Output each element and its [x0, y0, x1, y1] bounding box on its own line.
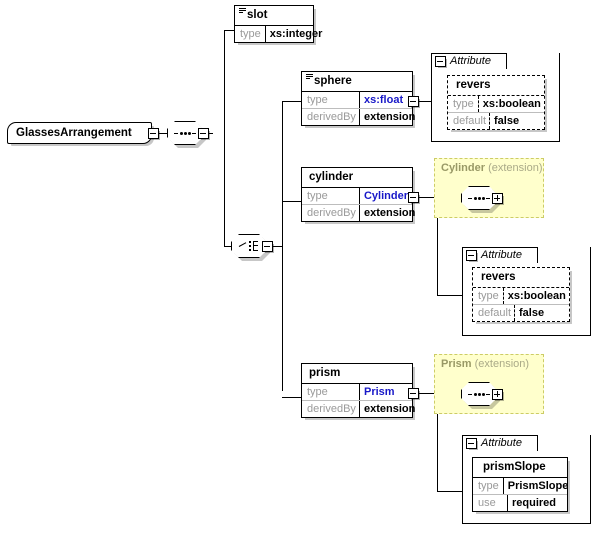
- attribute-group-sphere-header: Attribute: [450, 55, 491, 67]
- extension-type-name: Prism: [441, 358, 472, 370]
- connector-trunk-choice: [282, 101, 283, 391]
- prop-key: type: [302, 384, 360, 400]
- prop-key: derivedBy: [302, 205, 360, 221]
- sequence-icon: [468, 197, 490, 200]
- prop-value: extension: [360, 109, 419, 125]
- element-cylinder-name-cell: cylinder: [302, 168, 412, 187]
- attribute-name-cell: prismSlope: [473, 458, 567, 477]
- prop-key: type: [448, 96, 479, 112]
- prop-key: derivedBy: [302, 109, 360, 125]
- attribute-prop-type: type xs:boolean: [448, 96, 544, 112]
- element-sphere-label: sphere: [314, 75, 352, 87]
- compositor-prism-sequence-toggle[interactable]: [492, 389, 503, 400]
- attribute-sphere-revers[interactable]: revers type xs:boolean default false: [447, 75, 545, 130]
- connector-to-prism: [282, 397, 301, 398]
- element-sphere-prop-type: type xs:float: [302, 92, 412, 108]
- compositor-inner-choice-toggle[interactable]: [262, 241, 273, 252]
- extension-type-name: Cylinder: [441, 162, 485, 174]
- root-element-glassesarrangement[interactable]: GlassesArrangement: [7, 122, 152, 144]
- element-prism-label: prism: [309, 367, 340, 379]
- attribute-prop-default: default false: [473, 304, 569, 321]
- prop-value: xs:integer: [266, 26, 327, 42]
- prop-value: extension: [360, 401, 419, 417]
- prop-value: xs:boolean: [504, 288, 570, 304]
- extension-type-suffix: (extension): [488, 162, 542, 174]
- compositor-root-sequence-toggle[interactable]: [198, 128, 209, 139]
- attribute-group-prism-toggle[interactable]: [466, 438, 477, 449]
- element-slot[interactable]: slot type xs:integer: [234, 5, 314, 43]
- attribute-name-cell: revers: [448, 76, 544, 95]
- attribute-group-sphere-toggle[interactable]: [435, 56, 446, 67]
- extension-group-cylinder-title: Cylinder (extension): [435, 159, 543, 174]
- attribute-label: revers: [456, 79, 491, 91]
- element-slot-prop-type: type xs:integer: [235, 26, 313, 42]
- sequence-icon: [174, 132, 196, 135]
- choice-icon: [238, 239, 260, 253]
- prop-key: type: [302, 92, 360, 108]
- schema-diagram-canvas: GlassesArrangement: [0, 0, 611, 540]
- element-cylinder-prop-derivedby: derivedBy extension: [302, 204, 412, 221]
- element-prism[interactable]: prism type Prism derivedBy extension: [301, 363, 413, 418]
- element-cylinder-label: cylinder: [309, 171, 353, 183]
- connector-to-sphere: [282, 101, 301, 102]
- root-element-label: GlassesArrangement: [16, 127, 132, 139]
- prop-key: default: [473, 305, 515, 321]
- attribute-group-prism-header: Attribute: [481, 437, 522, 449]
- sequence-icon: [468, 393, 490, 396]
- element-prism-prop-type: type Prism: [302, 384, 412, 400]
- extension-group-prism-title: Prism (extension): [435, 355, 543, 370]
- connector-to-choice: [224, 246, 231, 247]
- element-content-icon: [239, 8, 246, 13]
- element-content-icon: [306, 74, 313, 79]
- attribute-prop-use: use required: [473, 494, 567, 511]
- attribute-prop-type: type xs:boolean: [473, 288, 569, 304]
- root-element-toggle[interactable]: [148, 128, 159, 139]
- prop-value: false: [515, 305, 569, 321]
- connector-to-cylinder: [282, 201, 301, 202]
- prop-key: type: [235, 26, 266, 42]
- compositor-cylinder-sequence-toggle[interactable]: [492, 193, 503, 204]
- element-sphere[interactable]: sphere type xs:float derivedBy extension: [301, 71, 413, 126]
- attribute-group-cylinder-header: Attribute: [481, 249, 522, 261]
- prop-value: Cylinder: [360, 188, 412, 204]
- element-sphere-prop-derivedby: derivedBy extension: [302, 108, 412, 125]
- prop-key: type: [473, 288, 504, 304]
- element-sphere-name-cell: sphere: [302, 72, 412, 91]
- attribute-cylinder-revers[interactable]: revers type xs:boolean default false: [472, 267, 570, 322]
- prop-value: false: [490, 113, 544, 129]
- element-prism-toggle[interactable]: [408, 388, 419, 399]
- prop-value: required: [508, 495, 567, 511]
- connector-to-slot: [224, 30, 234, 31]
- prop-value: extension: [360, 205, 419, 221]
- element-prism-prop-derivedby: derivedBy extension: [302, 400, 412, 417]
- attribute-group-cylinder-toggle[interactable]: [466, 250, 477, 261]
- prop-key: type: [473, 478, 504, 494]
- element-slot-name-cell: slot: [235, 6, 313, 25]
- prop-key: use: [473, 495, 508, 511]
- element-prism-name-cell: prism: [302, 364, 412, 383]
- attribute-prism-prismslope[interactable]: prismSlope type PrismSlope use required: [472, 457, 568, 512]
- attribute-prop-type: type PrismSlope: [473, 478, 567, 494]
- connector-cylinder-to-attrs: [437, 295, 462, 296]
- prop-key: type: [302, 188, 360, 204]
- prop-key: default: [448, 113, 490, 129]
- attribute-prop-default: default false: [448, 112, 544, 129]
- attribute-label: prismSlope: [483, 461, 546, 473]
- element-slot-label: slot: [247, 9, 267, 21]
- connector-trunk-main: [224, 30, 225, 246]
- prop-value: xs:boolean: [479, 96, 545, 112]
- element-cylinder-toggle[interactable]: [408, 192, 419, 203]
- extension-type-suffix: (extension): [475, 358, 529, 370]
- prop-value: Prism: [360, 384, 412, 400]
- connector-prism-to-attrs: [437, 491, 462, 492]
- attribute-name-cell: revers: [473, 268, 569, 287]
- element-sphere-toggle[interactable]: [408, 96, 419, 107]
- element-cylinder[interactable]: cylinder type Cylinder derivedBy extensi…: [301, 167, 413, 222]
- prop-key: derivedBy: [302, 401, 360, 417]
- attribute-label: revers: [481, 271, 516, 283]
- prop-value: xs:float: [360, 92, 412, 108]
- prop-value: PrismSlope: [504, 478, 573, 494]
- element-cylinder-prop-type: type Cylinder: [302, 188, 412, 204]
